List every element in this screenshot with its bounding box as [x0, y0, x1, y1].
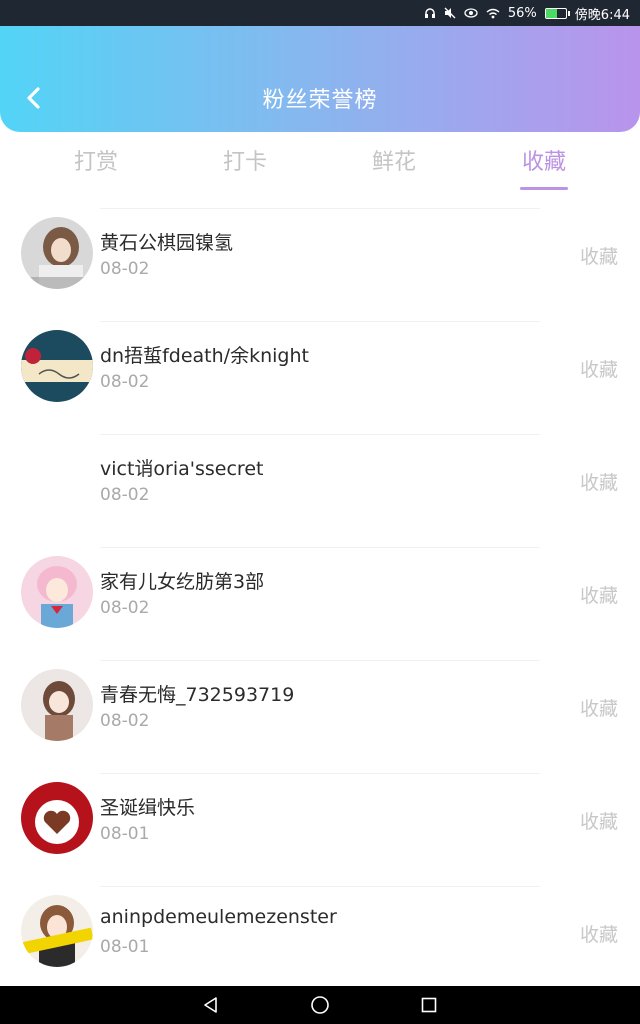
- fan-date: 08-02: [100, 485, 150, 505]
- fan-name: dn捂蜇fdeath/余knight: [100, 345, 309, 367]
- tab-label: 收藏: [521, 150, 566, 175]
- avatar[interactable]: [21, 217, 93, 289]
- fan-date: 08-01: [100, 937, 150, 957]
- fan-action-label: 收藏: [579, 585, 618, 607]
- tab-label: 鲜花: [371, 150, 416, 175]
- home-circle-icon[interactable]: [310, 995, 330, 1015]
- wifi-icon: [486, 8, 500, 19]
- clock: 傍晚6:44: [574, 7, 630, 23]
- list-item[interactable]: 圣诞缉快乐 08-01 收藏: [0, 773, 640, 886]
- tab-label: 打赏: [73, 150, 118, 175]
- fan-date: 08-02: [100, 711, 150, 731]
- status-bar: 56% 傍晚6:44: [0, 0, 640, 26]
- active-tab-indicator: [520, 187, 568, 190]
- fan-name: 家有儿女纥肪第3部: [100, 571, 265, 593]
- fan-action-label: 收藏: [579, 472, 618, 494]
- back-triangle-icon[interactable]: [202, 996, 220, 1014]
- avatar[interactable]: [21, 556, 93, 628]
- fan-action-label: 收藏: [579, 359, 618, 381]
- tab-bar: 打赏 打卡 鲜花 收藏: [0, 132, 640, 196]
- avatar[interactable]: [21, 443, 93, 515]
- fan-list: 黄石公棋园镍氢 08-02 收藏 dn捂蜇fdeath/余knight 08-0…: [0, 208, 640, 999]
- fan-action-label: 收藏: [579, 924, 618, 946]
- fan-name: vict诮oria'ssecret: [100, 458, 264, 480]
- divider: [100, 660, 540, 661]
- fan-action-label: 收藏: [579, 698, 618, 720]
- list-item[interactable]: 黄石公棋园镍氢 08-02 收藏: [0, 208, 640, 321]
- fan-date: 08-02: [100, 372, 150, 392]
- avatar[interactable]: [21, 330, 93, 402]
- fan-name: 青春无悔_732593719: [100, 684, 295, 706]
- fan-name: aninpdemeulemezenster: [100, 906, 337, 928]
- list-item[interactable]: dn捂蜇fdeath/余knight 08-02 收藏: [0, 321, 640, 434]
- divider: [100, 321, 540, 322]
- page-title: 粉丝荣誉榜: [262, 88, 378, 113]
- navigation-bar: [0, 986, 640, 1024]
- mute-icon: [444, 7, 456, 19]
- list-item[interactable]: vict诮oria'ssecret 08-02 收藏: [0, 434, 640, 547]
- fan-date: 08-02: [100, 259, 150, 279]
- divider: [100, 547, 540, 548]
- headset-icon: [424, 7, 436, 19]
- fan-action-label: 收藏: [579, 246, 618, 268]
- fan-date: 08-01: [100, 824, 150, 844]
- battery-icon: [544, 7, 570, 19]
- battery-percent: 56%: [507, 5, 537, 21]
- eye-icon: [464, 8, 478, 18]
- fan-action-label: 收藏: [579, 811, 618, 833]
- fan-name: 黄石公棋园镍氢: [100, 232, 234, 254]
- divider: [100, 773, 540, 774]
- recents-square-icon[interactable]: [420, 996, 438, 1014]
- tab-favorites[interactable]: 收藏: [494, 144, 594, 190]
- tab-checkin[interactable]: 打卡: [195, 144, 295, 190]
- list-item[interactable]: aninpdemeulemezenster 08-01 收藏: [0, 886, 640, 999]
- tab-flowers[interactable]: 鲜花: [344, 144, 444, 190]
- tab-label: 打卡: [222, 150, 267, 175]
- avatar[interactable]: [21, 669, 93, 741]
- fan-name: 圣诞缉快乐: [100, 797, 196, 819]
- list-item[interactable]: 青春无悔_732593719 08-02 收藏: [0, 660, 640, 773]
- divider: [100, 208, 540, 209]
- fan-date: 08-02: [100, 598, 150, 618]
- avatar[interactable]: [21, 895, 93, 967]
- header-bar: 粉丝荣誉榜: [0, 26, 640, 132]
- list-item[interactable]: 家有儿女纥肪第3部 08-02 收藏: [0, 547, 640, 660]
- divider: [100, 886, 540, 887]
- divider: [100, 434, 540, 435]
- tab-reward[interactable]: 打赏: [46, 144, 146, 190]
- avatar[interactable]: [21, 782, 93, 854]
